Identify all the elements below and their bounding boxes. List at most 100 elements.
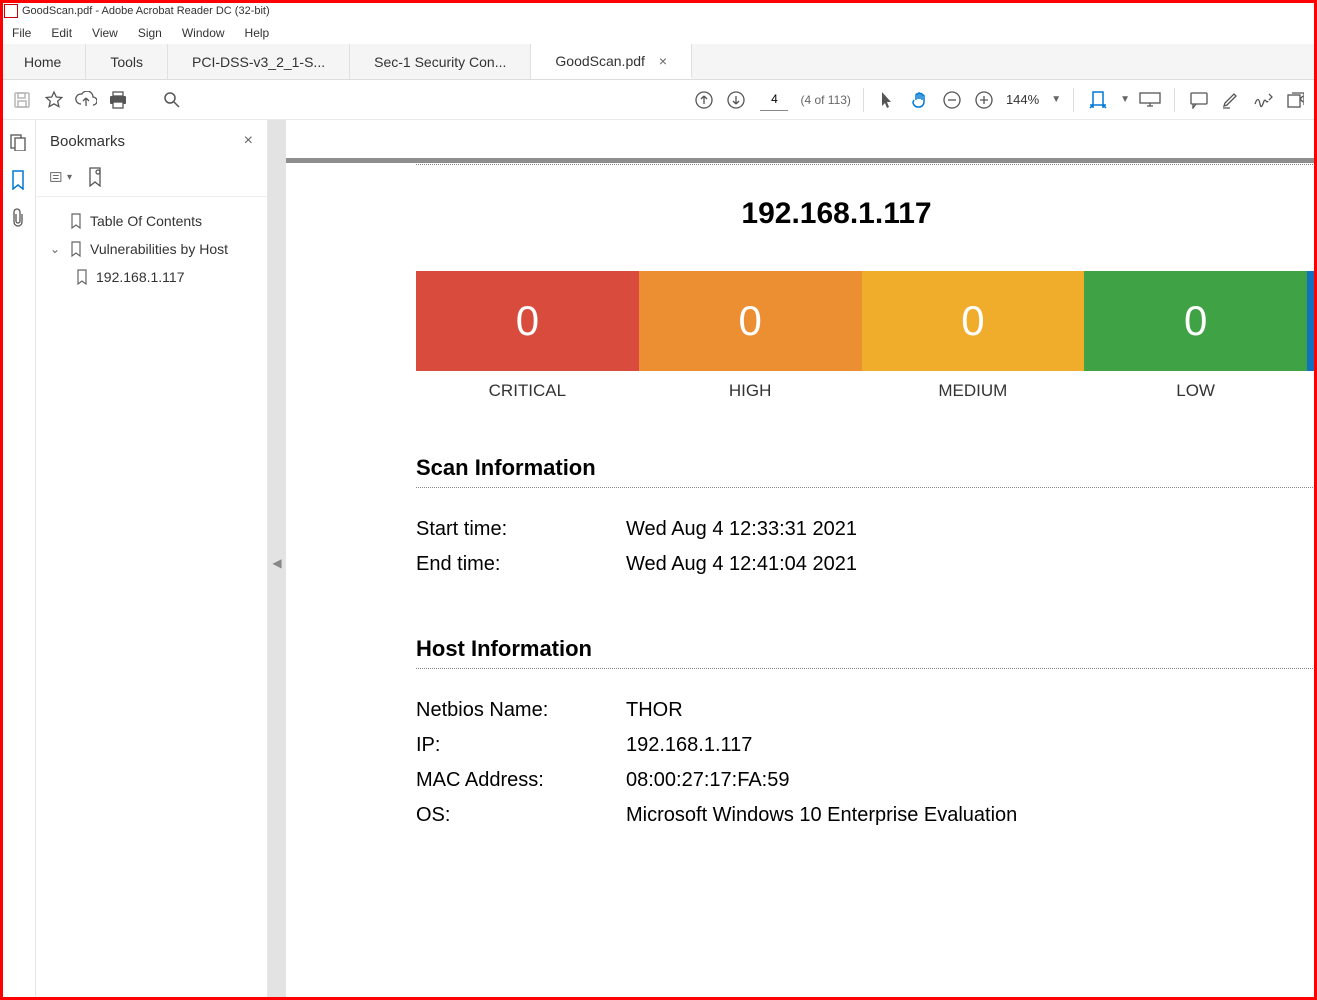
bookmarks-icon[interactable] — [8, 170, 28, 190]
menu-sign[interactable]: Sign — [130, 24, 170, 42]
more-icon[interactable] — [1283, 88, 1307, 112]
bookmark-label: Vulnerabilities by Host — [90, 241, 228, 257]
os-row: OS: Microsoft Windows 10 Enterprise Eval… — [416, 798, 1317, 833]
severity-info-bar — [1307, 271, 1317, 371]
ip-value: 192.168.1.117 — [626, 734, 752, 757]
print-icon[interactable] — [106, 88, 130, 112]
netbios-value: THOR — [626, 699, 683, 722]
scan-end-value: Wed Aug 4 12:41:04 2021 — [626, 553, 857, 576]
os-value: Microsoft Windows 10 Enterprise Evaluati… — [626, 804, 1017, 827]
comment-icon[interactable] — [1187, 88, 1211, 112]
window-title: GoodScan.pdf - Adobe Acrobat Reader DC (… — [22, 5, 270, 17]
pointer-icon[interactable] — [876, 88, 900, 112]
zoom-in-icon[interactable] — [972, 88, 996, 112]
scan-start-row: Start time: Wed Aug 4 12:33:31 2021 — [416, 512, 1317, 547]
page-down-icon[interactable] — [724, 88, 748, 112]
zoom-out-icon[interactable] — [940, 88, 964, 112]
title-bar: GoodScan.pdf - Adobe Acrobat Reader DC (… — [0, 0, 1317, 22]
scan-info-header: Scan Information — [416, 455, 1317, 488]
tab-pci[interactable]: PCI-DSS-v3_2_1-S... — [168, 44, 350, 79]
scan-end-row: End time: Wed Aug 4 12:41:04 2021 — [416, 547, 1317, 582]
zoom-level[interactable]: 144% — [1004, 92, 1041, 107]
scan-start-label: Start time: — [416, 518, 626, 541]
severity-medium-count: 0 — [862, 271, 1085, 371]
mac-value: 08:00:27:17:FA:59 — [626, 769, 789, 792]
severity-label-low: LOW — [1084, 381, 1307, 401]
star-icon[interactable] — [42, 88, 66, 112]
severity-bar: 0 0 0 0 — [416, 271, 1317, 371]
page-count-label: (4 of 113) — [800, 93, 850, 107]
bookmark-vulns[interactable]: ⌄ Vulnerabilities by Host — [42, 235, 261, 263]
netbios-row: Netbios Name: THOR — [416, 693, 1317, 728]
scan-end-label: End time: — [416, 553, 626, 576]
bookmark-icon — [70, 213, 82, 229]
host-ip-heading: 192.168.1.117 — [416, 197, 1317, 231]
chevron-down-icon[interactable]: ▼ — [1051, 94, 1061, 105]
netbios-label: Netbios Name: — [416, 699, 626, 722]
panel-collapse-handle[interactable]: ◀ — [271, 550, 283, 576]
menu-bar: File Edit View Sign Window Help — [0, 22, 1317, 44]
host-info-header: Host Information — [416, 636, 1317, 669]
severity-label-critical: CRITICAL — [416, 381, 639, 401]
severity-critical-count: 0 — [416, 271, 639, 371]
tab-tools[interactable]: Tools — [86, 44, 168, 79]
ip-row: IP: 192.168.1.117 — [416, 728, 1317, 763]
severity-label-medium: MEDIUM — [862, 381, 1085, 401]
tab-goodscan[interactable]: GoodScan.pdf × — [531, 44, 692, 79]
bookmark-icon — [70, 241, 82, 257]
severity-high-count: 0 — [639, 271, 862, 371]
mac-row: MAC Address: 08:00:27:17:FA:59 — [416, 763, 1317, 798]
menu-file[interactable]: File — [4, 24, 39, 42]
page-number-input[interactable] — [760, 89, 788, 111]
read-mode-icon[interactable] — [1138, 88, 1162, 112]
tab-home[interactable]: Home — [0, 44, 86, 79]
sign-icon[interactable] — [1251, 88, 1275, 112]
close-icon[interactable]: × — [244, 132, 253, 150]
tab-label: PCI-DSS-v3_2_1-S... — [192, 54, 325, 70]
main-toolbar: (4 of 113) 144% ▼ ▼ — [0, 80, 1317, 120]
page-up-icon[interactable] — [692, 88, 716, 112]
tab-strip: Home Tools PCI-DSS-v3_2_1-S... Sec-1 Sec… — [0, 44, 1317, 80]
bookmark-host-ip[interactable]: 192.168.1.117 — [42, 263, 261, 291]
close-icon[interactable]: × — [659, 53, 667, 69]
chevron-down-icon[interactable]: ⌄ — [50, 242, 62, 256]
save-icon[interactable] — [10, 88, 34, 112]
fit-width-icon[interactable] — [1086, 88, 1110, 112]
ip-label: IP: — [416, 734, 626, 757]
scan-start-value: Wed Aug 4 12:33:31 2021 — [626, 518, 857, 541]
tab-label: Tools — [110, 54, 143, 70]
find-bookmark-icon[interactable] — [84, 168, 106, 186]
menu-window[interactable]: Window — [174, 24, 233, 42]
menu-edit[interactable]: Edit — [43, 24, 80, 42]
severity-low-count: 0 — [1084, 271, 1307, 371]
bookmarks-title: Bookmarks — [50, 133, 125, 150]
tab-label: GoodScan.pdf — [555, 53, 645, 69]
tab-label: Home — [24, 54, 61, 70]
cloud-upload-icon[interactable] — [74, 88, 98, 112]
bookmarks-panel: Bookmarks × ▾ Table Of Contents ⌄ Vulner… — [36, 120, 268, 1000]
find-icon[interactable] — [160, 88, 184, 112]
bookmark-label: 192.168.1.117 — [96, 269, 185, 285]
severity-labels: CRITICAL HIGH MEDIUM LOW — [416, 381, 1317, 401]
pdf-page: 192.168.1.117 0 0 0 0 CRITICAL HIGH MEDI… — [286, 120, 1317, 1000]
page-divider — [286, 158, 1317, 163]
document-viewport[interactable]: ◀ 192.168.1.117 0 0 0 0 CRITICAL HIGH ME… — [268, 120, 1317, 1000]
chevron-down-icon[interactable]: ▼ — [1120, 94, 1130, 105]
thumbnails-icon[interactable] — [8, 132, 28, 152]
bookmark-label: Table Of Contents — [90, 213, 202, 229]
bookmark-icon — [76, 269, 88, 285]
menu-help[interactable]: Help — [237, 24, 278, 42]
severity-label-high: HIGH — [639, 381, 862, 401]
os-label: OS: — [416, 804, 626, 827]
app-icon — [4, 4, 18, 18]
mac-label: MAC Address: — [416, 769, 626, 792]
attachments-icon[interactable] — [8, 208, 28, 228]
panel-options-icon[interactable]: ▾ — [50, 168, 72, 186]
tab-label: Sec-1 Security Con... — [374, 54, 506, 70]
tab-sec1[interactable]: Sec-1 Security Con... — [350, 44, 531, 79]
hand-icon[interactable] — [908, 88, 932, 112]
left-rail — [0, 120, 36, 1000]
menu-view[interactable]: View — [84, 24, 126, 42]
bookmark-toc[interactable]: Table Of Contents — [42, 207, 261, 235]
highlight-icon[interactable] — [1219, 88, 1243, 112]
